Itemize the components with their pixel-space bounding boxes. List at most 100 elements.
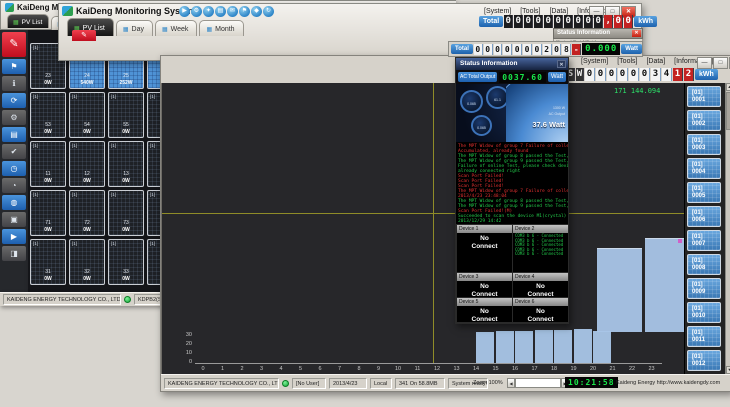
pie-chart-icon[interactable]: ◔ [2,178,26,193]
dial-value: 0.065 [473,126,490,130]
pv-panel-cell[interactable]: [1] 32 0W [69,239,105,285]
inverter-button[interactable]: [01] 0003 [687,134,721,155]
video-icon[interactable]: ▶ [2,229,26,244]
slider-track[interactable] [515,378,561,388]
inverter-button[interactable]: [01] 0012 [687,350,721,371]
popup-title-bar[interactable]: Status Information ✕ [456,58,568,70]
zoom-slider[interactable]: ◀ ▶ [507,378,569,388]
inverter-id: 0011 [692,337,705,343]
counter-digit: 2 [543,44,552,55]
menu-item[interactable]: [Data] [549,8,568,15]
pv-panel-cell[interactable]: [1] 73 0W [108,190,144,236]
scrollbar-thumb[interactable] [726,92,730,130]
inverter-button[interactable]: [01] 0010 [687,302,721,323]
menu-item[interactable]: [Tools] [520,8,540,15]
company-name: KAIDENG ENERGY TECHNOLOGY CO., LTD. [164,378,279,389]
device-name: Device 4 [513,273,568,281]
pv-panel-cell[interactable]: [1] 13 0W [108,141,144,187]
inverter-button[interactable]: [01] 0005 [687,182,721,203]
menu-item[interactable]: [System] [581,58,608,65]
pen-button[interactable]: ✎ [2,32,26,57]
scroll-down-icon[interactable]: ▼ [726,366,730,374]
tab[interactable]: ▦Month [199,20,243,36]
photo-icon[interactable]: ◨ [2,246,26,261]
unit-toggle-w[interactable]: W [576,68,584,81]
gauge-value: 37.6 Watt [532,120,565,129]
inverter-button[interactable]: [01] 0011 [687,326,721,347]
camera-icon[interactable]: ▣ [2,212,26,227]
Device 5[interactable]: Device 5 No Connect [457,298,512,322]
pv-panel-cell[interactable]: [1] 12 0W [69,141,105,187]
Device 1[interactable]: Device 1 No Connect [457,225,512,272]
inverter-group: [01] [692,330,703,336]
inverter-button[interactable]: [01] 0009 [687,278,721,299]
tab-icon: ▦ [123,26,129,33]
ac-output-unit[interactable]: Watt [548,72,566,82]
pv-panel-cell[interactable]: [1] 31 0W [30,239,66,285]
Device 2[interactable]: Device 2 COM3 b 6 - ConnectedCOM3 b 6 - … [513,225,568,272]
popup-title-bar[interactable]: Status Information ✕ [553,28,643,39]
counter-digit: 0 [640,68,650,81]
slider-left-arrow[interactable]: ◀ [507,378,515,388]
Device 3[interactable]: Device 3 No Connect [457,273,512,297]
scroll-up-icon[interactable]: ▲ [726,83,730,91]
menu-item[interactable]: [Tools] [617,58,637,65]
Device 6[interactable]: Device 6 No Connect [513,298,568,322]
menu-item[interactable]: [System] [484,8,511,15]
inverter-button[interactable]: [01] 0008 [687,254,721,275]
device-status-grid: Device 1 No Connect Device 2 COM3 b 6 - … [456,224,568,323]
pv-panel-cell[interactable]: [1] 72 0W [69,190,105,236]
refresh-icon[interactable]: ↻ [263,6,274,17]
pv-panel-cell[interactable]: [1] 33 0W [108,239,144,285]
counter-unit[interactable]: Watt [621,44,642,54]
event-log-terminal[interactable]: The MPT Widow of group 7 Failure of coll… [456,142,568,224]
clock-icon[interactable]: ◷ [2,161,26,176]
pin-icon[interactable]: ⚑ [239,6,250,17]
info-icon[interactable]: ℹ [2,76,26,91]
play-icon[interactable]: ▶ [179,6,190,17]
counter-digit-red: 0 [624,15,633,28]
pen-button-peek[interactable]: ✎ [72,30,96,41]
inverter-id: 0008 [692,265,705,271]
window-chart: [System][Tools][Data][Information] — □ ✕… [160,55,730,392]
report-icon[interactable]: ▤ [2,127,26,142]
inverter-button[interactable]: [01] 0007 [687,230,721,251]
flag-icon[interactable]: ⚑ [2,59,26,74]
close-icon[interactable]: ✕ [557,60,566,68]
tab-label: Week [171,26,189,33]
tab[interactable]: ▦Day [116,20,153,36]
menu-item[interactable]: [Data] [646,58,665,65]
inverter-group: [01] [692,162,703,168]
counter-digit: 0 [534,15,543,28]
Device 4[interactable]: Device 4 No Connect [513,273,568,297]
tab[interactable]: ▦Week [155,20,197,36]
pv-id: 55 [109,122,143,128]
x-tick-label: 8 [355,366,363,372]
pv-watt: 0W [31,80,65,86]
inverter-button[interactable]: [01] 0006 [687,206,721,227]
settings-icon[interactable]: ⚙ [191,6,202,17]
inverter-button[interactable]: [01] 0004 [687,158,721,179]
website-link[interactable]: Kaideng Energy http://www.kaidengdy.com [616,380,720,386]
list-scrollbar[interactable]: ▲ ▼ [725,83,730,374]
inverter-button[interactable]: [01] 0002 [687,110,721,131]
document-icon[interactable]: ▤ [215,6,226,17]
pv-panel-cell[interactable]: [1] 55 0W [108,92,144,138]
close-icon[interactable]: ✕ [632,30,641,37]
globe-icon[interactable]: ◍ [2,195,26,210]
gear-icon[interactable]: ⚙ [2,110,26,125]
pv-panel-cell[interactable]: [1] 54 0W [69,92,105,138]
refresh-icon[interactable]: ⟳ [2,93,26,108]
connection-status-dot [124,296,131,303]
pv-panel-cell[interactable]: [1] 11 0W [30,141,66,187]
tab[interactable]: ▦PV List [7,14,49,28]
pv-panel-cell[interactable]: [1] 71 0W [30,190,66,236]
network-icon[interactable]: ◆ [251,6,262,17]
inverter-button[interactable]: [01] 0001 [687,86,721,107]
check-icon[interactable]: ✔ [2,144,26,159]
location-label: Local [370,378,392,389]
time-cursor-line [433,83,434,363]
pv-panel-cell[interactable]: [1] 53 0W [30,92,66,138]
lock-icon[interactable]: ✦ [203,6,214,17]
mail-icon[interactable]: ✉ [227,6,238,17]
